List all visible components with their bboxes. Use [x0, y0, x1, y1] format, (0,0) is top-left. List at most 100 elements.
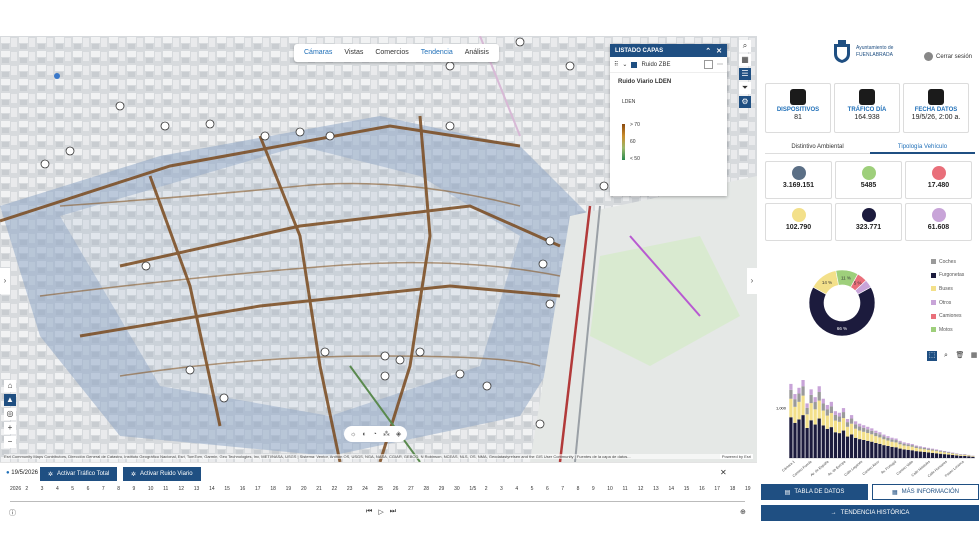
bar-segment[interactable]	[825, 409, 829, 416]
bar-segment[interactable]	[914, 445, 918, 447]
bar-segment[interactable]	[938, 450, 943, 452]
legend-item[interactable]: Motos	[931, 323, 964, 337]
tab-analisis[interactable]: Análisis	[459, 44, 495, 62]
bar-segment[interactable]	[910, 446, 914, 451]
timeline-tick[interactable]: 7	[561, 486, 564, 492]
bar-segment[interactable]	[946, 454, 951, 458]
map-left-arrow[interactable]: ›	[0, 268, 10, 294]
bar-segment[interactable]	[922, 447, 926, 448]
bar-segment[interactable]	[959, 454, 963, 456]
bar-segment[interactable]	[833, 432, 838, 458]
timeline-tick[interactable]: 4	[56, 486, 59, 492]
bar-segment[interactable]	[902, 442, 906, 444]
layers-icon[interactable]: ☰	[739, 68, 751, 80]
bar-segment[interactable]	[878, 443, 882, 458]
bar-segment[interactable]	[813, 409, 817, 425]
timeline-tick[interactable]: 9	[592, 486, 595, 492]
bar-segment[interactable]	[942, 452, 947, 455]
bar-segment[interactable]	[930, 450, 935, 453]
bar-segment[interactable]	[878, 432, 882, 435]
bar-segment[interactable]	[853, 424, 858, 429]
bar-segment[interactable]	[849, 418, 854, 424]
bar-segment[interactable]	[967, 455, 971, 457]
bar-segment[interactable]	[817, 418, 821, 458]
timeline-tick[interactable]: 4	[515, 486, 518, 492]
timeline-tick[interactable]: 25	[378, 486, 384, 492]
chevron-down-icon[interactable]: ⌄	[622, 61, 627, 68]
bar-segment[interactable]	[841, 408, 846, 413]
bar-segment[interactable]	[821, 398, 825, 404]
navigation-icon[interactable]: ▲	[4, 394, 16, 406]
timeline-tick[interactable]: 22	[332, 486, 338, 492]
bar-segment[interactable]	[801, 395, 805, 416]
bar-segment[interactable]	[926, 448, 931, 450]
layer-options-button[interactable]	[704, 60, 713, 69]
previous-icon[interactable]: ⏮	[366, 508, 372, 516]
slice-icon[interactable]: ◈	[396, 430, 401, 438]
play-icon[interactable]: ▷	[378, 508, 383, 516]
grid-icon[interactable]: ▦	[739, 54, 751, 66]
bar-segment[interactable]	[833, 420, 838, 433]
bar-segment[interactable]	[930, 449, 935, 451]
bar-segment[interactable]	[898, 442, 902, 445]
filter-icon[interactable]: ⏷	[739, 82, 751, 94]
bar-segment[interactable]	[955, 454, 959, 456]
data-table-button[interactable]: ▤ TABLA DE DATOS	[761, 484, 868, 500]
bar-segment[interactable]	[837, 416, 842, 422]
bar-segment[interactable]	[906, 449, 910, 458]
timeline-tick[interactable]: 10	[148, 486, 154, 492]
category-card[interactable]: 5485	[835, 161, 902, 199]
bar-segment[interactable]	[862, 431, 866, 440]
bar-segment[interactable]	[866, 433, 870, 441]
bar-segment[interactable]	[870, 434, 874, 442]
bar-segment[interactable]	[789, 383, 793, 390]
bar-segment[interactable]	[874, 432, 878, 437]
timeline-tick[interactable]: 12	[638, 486, 644, 492]
timeline-tick[interactable]: 15	[224, 486, 230, 492]
bar-segment[interactable]	[837, 412, 842, 417]
bar-segment[interactable]	[837, 433, 842, 458]
timeline-tick[interactable]: 27	[408, 486, 414, 492]
legend-item[interactable]: Buses	[931, 282, 964, 296]
bar-segment[interactable]	[801, 386, 805, 396]
bar-segment[interactable]	[886, 436, 890, 438]
timeline-tick[interactable]: 16	[699, 486, 705, 492]
bar-segment[interactable]	[797, 401, 801, 420]
expand-icon[interactable]: ⊕	[740, 508, 746, 516]
map-view[interactable]: Cámaras Vistas Comercios Tendencia Análi…	[0, 36, 757, 462]
bar-segment[interactable]	[934, 451, 939, 454]
timeline-tick[interactable]: 13	[194, 486, 200, 492]
bar-segment[interactable]	[825, 404, 829, 410]
timeline-tick[interactable]: 21	[316, 486, 322, 492]
bar-segment[interactable]	[793, 406, 797, 423]
info-icon[interactable]: ⓘ	[9, 508, 16, 518]
bar-segment[interactable]	[910, 443, 914, 446]
bar-segment[interactable]	[866, 426, 870, 430]
drag-handle-icon[interactable]: ⠿	[614, 61, 618, 68]
bar-segment[interactable]	[906, 444, 910, 447]
bar-segment[interactable]	[906, 443, 910, 445]
bar-segment[interactable]	[898, 444, 902, 449]
bar-segment[interactable]	[797, 393, 801, 402]
bar-segment[interactable]	[858, 423, 862, 427]
timeline-tick[interactable]: 10	[607, 486, 613, 492]
bar-segment[interactable]	[829, 406, 833, 414]
bar-segment[interactable]	[914, 446, 918, 449]
layer-checkbox[interactable]	[631, 61, 638, 68]
bar-segment[interactable]	[918, 451, 922, 458]
bar-segment[interactable]	[805, 427, 809, 458]
bar-segment[interactable]	[809, 420, 813, 458]
daylight-icon[interactable]: ☼	[350, 431, 356, 438]
bar-segment[interactable]	[789, 417, 793, 458]
bar-segment[interactable]	[849, 434, 854, 458]
bar-segment[interactable]	[886, 437, 890, 441]
timeline-tick[interactable]: 2026	[10, 486, 21, 492]
bar-segment[interactable]	[882, 434, 886, 437]
select-icon[interactable]: ⬚	[927, 351, 937, 361]
timeline-tick[interactable]: 29	[439, 486, 445, 492]
next-icon[interactable]: ⏭	[390, 508, 396, 516]
bar-segment[interactable]	[938, 450, 943, 451]
bar-segment[interactable]	[821, 410, 825, 426]
bar-segment[interactable]	[930, 448, 935, 450]
bar-segment[interactable]	[902, 443, 906, 446]
